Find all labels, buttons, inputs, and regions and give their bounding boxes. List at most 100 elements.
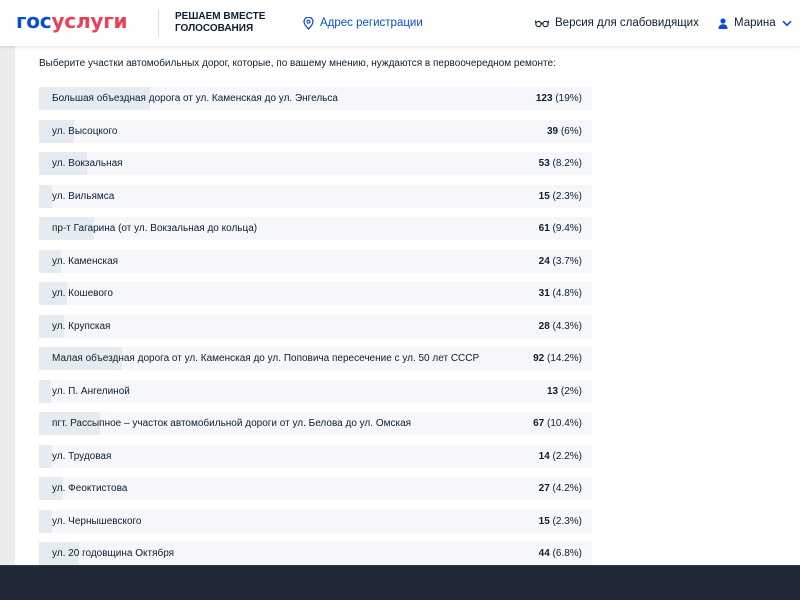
poll-result-row: Большая объездная дорога от ул. Каменска… xyxy=(39,87,592,110)
result-label: ул. Вильямса xyxy=(52,190,115,202)
result-label: пр-т Гагарина (от ул. Вокзальная до коль… xyxy=(52,223,258,234)
result-value: 15 (2.3%) xyxy=(539,191,582,202)
result-percent: (3.7%) xyxy=(552,255,582,267)
result-value: 15 (2.3%) xyxy=(539,516,582,527)
result-percent: (4.3%) xyxy=(552,320,582,332)
result-value: 123 (19%) xyxy=(536,93,582,104)
result-count: 28 xyxy=(538,320,550,332)
result-label: Большая объездная дорога от ул. Каменска… xyxy=(52,93,338,104)
poll-result-row: пгт. Рассыпное – участок автомобильной д… xyxy=(39,412,592,435)
poll-result-row: ул. Феоктистова 27 (4.2%) xyxy=(39,477,592,500)
result-label: ул. 20 годовщина Октября xyxy=(52,548,175,559)
result-label: ул. Кошевого xyxy=(52,288,113,299)
result-value: 27 (4.2%) xyxy=(539,483,582,494)
result-value: 13 (2%) xyxy=(547,386,582,397)
result-label: Малая объездная дорога от ул. Каменская … xyxy=(52,353,480,364)
result-value: 67 (10.4%) xyxy=(533,418,582,429)
poll-result-row: ул. Высоцкого 39 (6%) xyxy=(39,119,592,143)
header-divider xyxy=(158,9,159,37)
result-label: ул. Высоцкого xyxy=(52,125,118,137)
service-tagline[interactable]: РЕШАЕМ ВМЕСТЕ ГОЛОСОВАНИЯ xyxy=(175,11,265,35)
result-count: 31 xyxy=(538,288,550,299)
result-count: 15 xyxy=(538,190,550,202)
glasses-icon xyxy=(535,19,549,28)
result-count: 15 xyxy=(538,515,550,527)
result-count: 123 xyxy=(535,93,553,104)
user-icon xyxy=(718,17,728,29)
site-header: госуслуги РЕШАЕМ ВМЕСТЕ ГОЛОСОВАНИЯ Адре… xyxy=(0,0,800,46)
result-label: пгт. Рассыпное – участок автомобильной д… xyxy=(52,418,412,429)
result-label: ул. Чернышевского xyxy=(52,515,142,527)
result-label: ул. П. Ангелиной xyxy=(52,385,130,397)
address-label: Адрес регистрации xyxy=(320,17,423,29)
result-percent: (2.3%) xyxy=(552,515,582,527)
result-share-bar xyxy=(39,509,53,533)
address-link[interactable]: Адрес регистрации xyxy=(303,15,423,31)
result-percent: (2.2%) xyxy=(552,450,582,462)
result-share-bar xyxy=(39,379,51,403)
result-percent: (4.2%) xyxy=(552,483,582,494)
result-label: ул. Вокзальная xyxy=(52,158,123,169)
poll-result-row: ул. Трудовая 14 (2.2%) xyxy=(39,444,592,468)
result-percent: (4.8%) xyxy=(552,288,582,299)
logo-part-gos: гос xyxy=(16,9,52,33)
poll-result-row: ул. П. Ангелиной 13 (2%) xyxy=(39,379,592,403)
poll-result-row: ул. Вильямса 15 (2.3%) xyxy=(39,184,592,208)
result-value: 92 (14.2%) xyxy=(533,353,582,364)
result-count: 61 xyxy=(538,223,550,234)
chevron-down-icon[interactable] xyxy=(782,20,792,27)
result-percent: (14.2%) xyxy=(546,353,582,364)
result-percent: (2%) xyxy=(560,385,582,397)
result-value: 31 (4.8%) xyxy=(539,288,582,299)
result-percent: (9.4%) xyxy=(552,223,582,234)
result-label: ул. Трудовая xyxy=(52,450,112,462)
result-value: 24 (3.7%) xyxy=(539,256,582,267)
poll-result-row: ул. Чернышевского 15 (2.3%) xyxy=(39,509,592,533)
result-count: 92 xyxy=(533,353,545,364)
result-count: 27 xyxy=(538,483,550,494)
result-count: 24 xyxy=(538,255,550,267)
result-percent: (6%) xyxy=(560,125,582,137)
result-value: 14 (2.2%) xyxy=(539,451,582,462)
result-label: ул. Феоктистова xyxy=(52,483,128,494)
result-count: 13 xyxy=(546,385,559,397)
result-value: 61 (9.4%) xyxy=(539,223,582,234)
result-value: 44 (6.8%) xyxy=(539,548,582,559)
result-count: 14 xyxy=(538,450,550,462)
poll-result-row: Малая объездная дорога от ул. Каменская … xyxy=(39,347,592,370)
result-percent: (8.2%) xyxy=(552,158,582,169)
poll-result-row: ул. 20 годовщина Октября 44 (6.8%) xyxy=(39,542,592,565)
poll-result-row: ул. Крупская 28 (4.3%) xyxy=(39,314,592,338)
accessibility-version-label: Версия для слабовидящих xyxy=(555,17,699,29)
location-pin-icon xyxy=(303,16,314,30)
result-count: 44 xyxy=(538,548,550,559)
result-share-bar xyxy=(39,444,52,468)
result-percent: (19%) xyxy=(555,93,582,104)
result-value: 28 (4.3%) xyxy=(539,321,582,332)
tagline-line-2: ГОЛОСОВАНИЯ xyxy=(175,23,254,34)
result-count: 53 xyxy=(538,158,550,169)
user-menu[interactable]: Марина xyxy=(718,15,792,31)
tagline-line-1: РЕШАЕМ ВМЕСТЕ xyxy=(175,11,266,22)
accessibility-version-link[interactable]: Версия для слабовидящих xyxy=(535,15,699,31)
result-count: 39 xyxy=(546,125,559,137)
gosuslugi-logo[interactable]: госуслуги xyxy=(16,8,127,34)
logo-part-uslugi: услуги xyxy=(51,9,128,33)
result-percent: (10.4%) xyxy=(546,418,582,429)
result-share-bar xyxy=(39,184,53,208)
poll-results-list: Большая объездная дорога от ул. Каменска… xyxy=(39,87,592,575)
poll-result-row: пр-т Гагарина (от ул. Вокзальная до коль… xyxy=(39,217,592,240)
result-label: ул. Крупская xyxy=(52,320,111,332)
question-prompt: Выберите участки автомобильных дорог, ко… xyxy=(39,58,556,69)
result-percent: (2.3%) xyxy=(552,190,582,202)
result-label: ул. Каменская xyxy=(52,255,119,267)
poll-result-row: ул. Кошевого 31 (4.8%) xyxy=(39,282,592,305)
poll-result-row: ул. Вокзальная 53 (8.2%) xyxy=(39,152,592,175)
os-taskbar xyxy=(0,565,800,600)
result-count: 67 xyxy=(533,418,545,429)
user-name: Марина xyxy=(734,17,776,29)
result-percent: (6.8%) xyxy=(552,548,582,559)
result-value: 53 (8.2%) xyxy=(539,158,582,169)
poll-result-row: ул. Каменская 24 (3.7%) xyxy=(39,249,592,273)
result-value: 39 (6%) xyxy=(547,126,582,137)
